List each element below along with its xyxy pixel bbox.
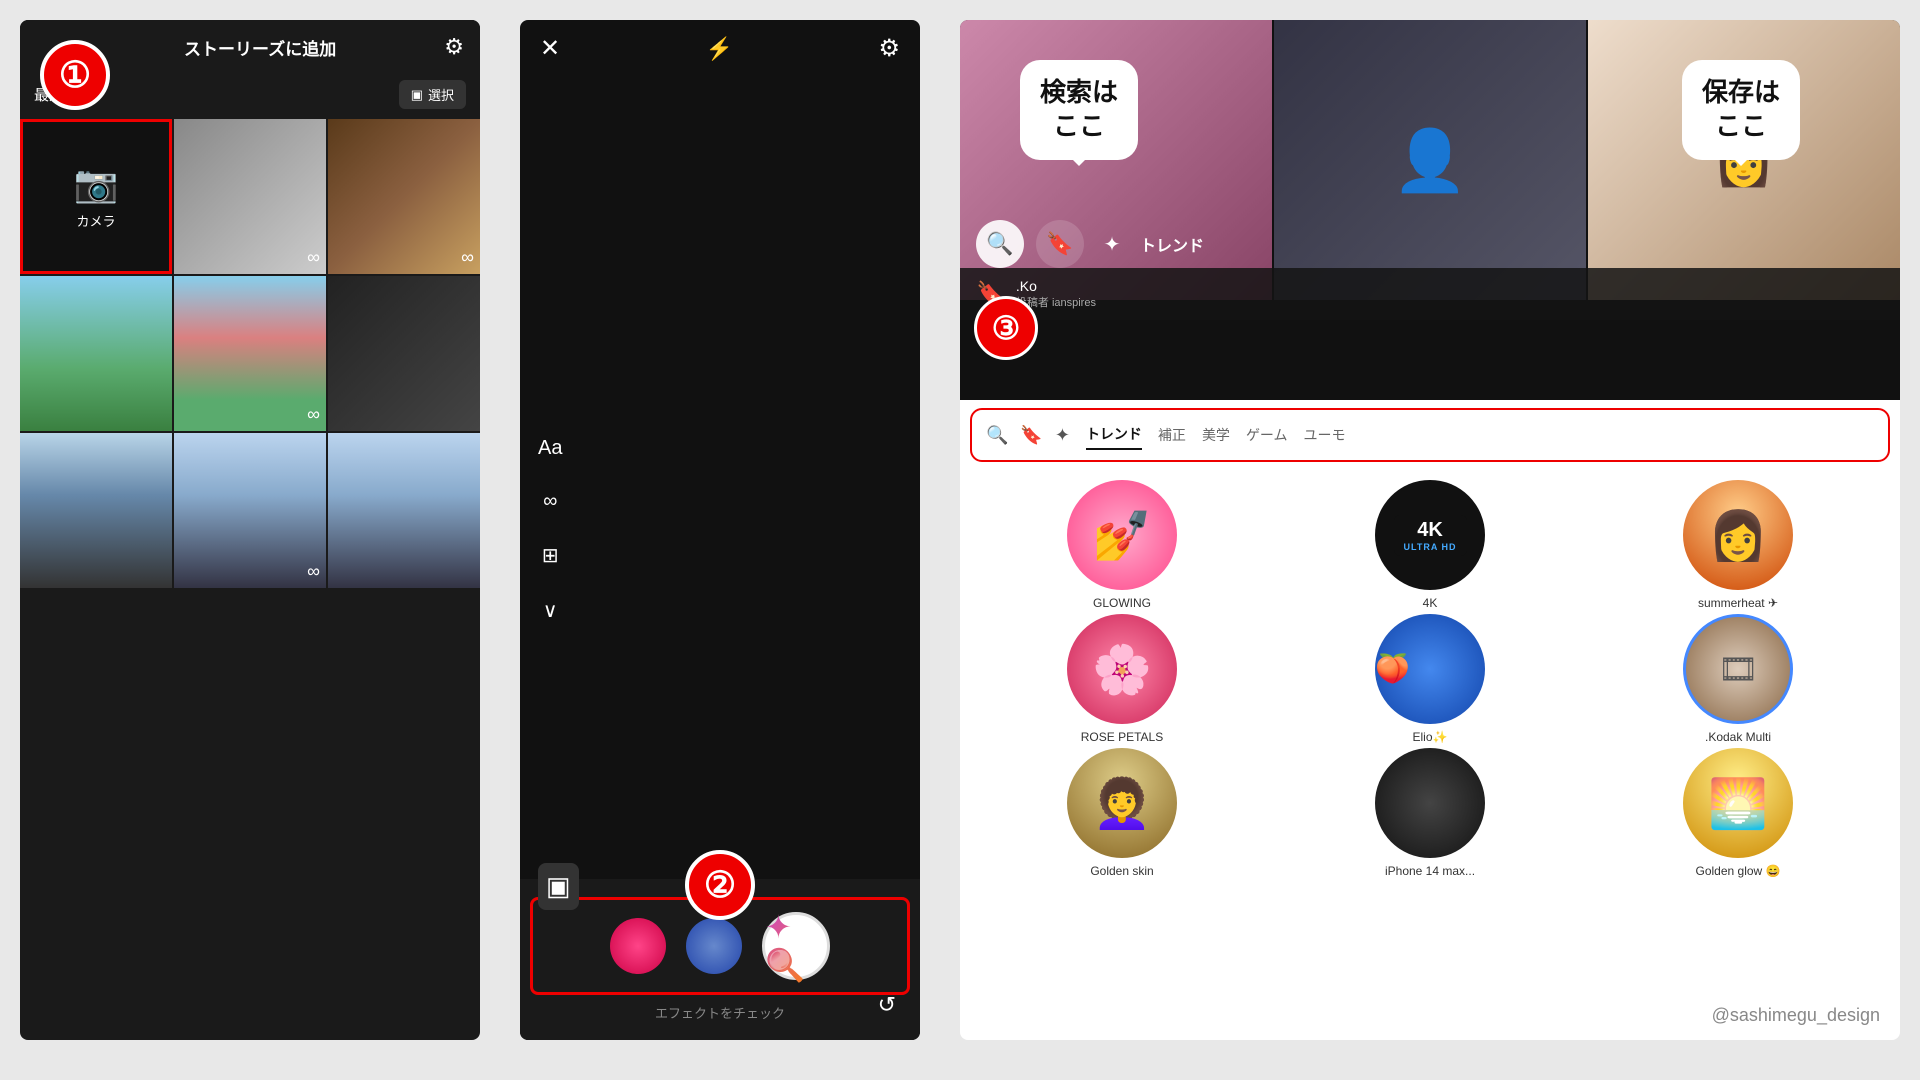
tab-aesthetic[interactable]: 美学 — [1202, 421, 1230, 449]
effect-golden-skin[interactable]: 👩‍🦱 Golden skin — [970, 748, 1274, 878]
sparkle-button[interactable]: ✦ — [1096, 228, 1128, 260]
photo-bottles1[interactable]: ∞ — [174, 433, 326, 588]
photo-keyboard[interactable]: ∞ — [174, 119, 326, 274]
tab-game[interactable]: ゲーム — [1246, 421, 1288, 449]
flash-off-icon[interactable]: ⚡ — [706, 36, 733, 62]
effect-check-label: エフェクトをチェック — [520, 1003, 920, 1022]
rotate-camera-button[interactable]: ↺ — [878, 992, 896, 1018]
panel3-ko-section: 🔖 .Ko 投稿者 ianspires — [960, 268, 1900, 320]
photo-city[interactable] — [20, 433, 172, 588]
tab-trend[interactable]: トレンド — [1086, 420, 1142, 450]
effect-4k[interactable]: 4K ULTRA HD 4K — [1278, 480, 1582, 610]
layout-tool[interactable]: ⊞ — [538, 543, 562, 568]
effect-golden-glow[interactable]: 🌅 Golden glow 😄 — [1586, 748, 1890, 878]
photo-cherry1[interactable] — [20, 276, 172, 431]
panel2: ✕ ⚡ ⚙ Aa ∞ ⊞ ∨ Tap! ✦🔍 ↗ ✦🔍 — [520, 20, 920, 1040]
select-icon: ▣ — [411, 87, 423, 103]
search-circle-button[interactable]: 🔍 — [976, 220, 1024, 268]
effect-thumb-kodak: 🎞 — [1683, 614, 1793, 724]
sparkle-search-icon: ✦🔍 — [765, 908, 827, 984]
effect-elio[interactable]: 🍑 Elio✨ — [1278, 614, 1582, 744]
camera-toggle-button[interactable]: ▣ — [538, 863, 579, 910]
panel3-top-row: 🔍 🔖 ✦ トレンド — [960, 220, 1900, 268]
effect-thumb-goldenglow: 🌅 — [1683, 748, 1793, 858]
effect-kodak[interactable]: 🎞 .Kodak Multi — [1586, 614, 1890, 744]
effect-thumb-glowing: 💅 — [1067, 480, 1177, 590]
effect-iphone[interactable]: iPhone 14 max... — [1278, 748, 1582, 878]
sparkle-icon-sm[interactable]: ✦ — [1055, 425, 1070, 446]
step-badge-1: ① — [40, 40, 110, 110]
camera-cell[interactable]: 📷 カメラ — [20, 119, 172, 274]
gear-icon[interactable]: ⚙ — [444, 34, 464, 60]
photo-desk[interactable]: ∞ — [328, 119, 480, 274]
tab-correct[interactable]: 補正 — [1158, 421, 1186, 449]
tab-humor[interactable]: ユーモ — [1304, 421, 1346, 449]
chevron-tool[interactable]: ∨ — [538, 598, 562, 623]
photo-bottles2[interactable] — [328, 433, 480, 588]
boomerang-tool[interactable]: ∞ — [538, 490, 562, 513]
panel2-topbar: ✕ ⚡ ⚙ — [520, 20, 920, 77]
bubble-save: 保存は ここ — [1682, 60, 1800, 160]
photo-dark[interactable] — [328, 276, 480, 431]
effect-name-summerheat: summerheat ✈ — [1698, 596, 1778, 610]
infinity-badge-3: ∞ — [307, 404, 320, 425]
effect-name-golden-skin: Golden skin — [1090, 864, 1153, 878]
effect-glowing[interactable]: 💅 GLOWING — [970, 480, 1274, 610]
step-badge-3: ③ — [974, 296, 1038, 360]
effect-name-glowing: GLOWING — [1093, 596, 1151, 610]
ko-label: .Ko — [1016, 278, 1096, 294]
panel3-search-row: 🔍 🔖 ✦ トレンド 補正 美学 ゲーム ユーモ — [970, 408, 1890, 462]
search-icon-sm[interactable]: 🔍 — [986, 425, 1008, 446]
close-icon[interactable]: ✕ — [540, 34, 560, 63]
text-tool[interactable]: Aa — [538, 437, 562, 460]
effect-name-elio: Elio✨ — [1413, 730, 1448, 744]
filter-pink[interactable] — [610, 918, 666, 974]
photo-cherry2[interactable]: ∞ — [174, 276, 326, 431]
select-button[interactable]: ▣ 選択 — [399, 80, 466, 109]
panel2-left-tools: Aa ∞ ⊞ ∨ — [538, 437, 562, 623]
effect-thumb-iphone — [1375, 748, 1485, 858]
settings-icon[interactable]: ⚙ — [878, 34, 900, 63]
camera-icon: 📷 — [74, 163, 119, 205]
effect-thumb-summerheat: 👩 — [1683, 480, 1793, 590]
watermark: @sashimegu_design — [1712, 1005, 1880, 1026]
effect-name-4k: 4K — [1423, 596, 1438, 610]
infinity-badge: ∞ — [307, 247, 320, 268]
panel3: 👤 👩 検索は ここ 保存は ここ 🔖 .Ko 投稿者 ians — [960, 20, 1900, 1040]
panel1: ① ストーリーズに追加 ⚙ 最近 ∨ ▣ 選択 📷 カメラ — [20, 20, 480, 1040]
filter-search-button[interactable]: ✦🔍 — [762, 912, 830, 980]
effect-thumb-rosepetals: 🌸 — [1067, 614, 1177, 724]
photo-grid: 📷 カメラ ∞ ∞ ∞ ∞ — [20, 119, 480, 588]
infinity-badge-4: ∞ — [307, 561, 320, 582]
effect-thumb-4k: 4K ULTRA HD — [1375, 480, 1485, 590]
effect-rosepetals[interactable]: 🌸 ROSE PETALS — [970, 614, 1274, 744]
effect-name-golden-glow: Golden glow 😄 — [1696, 864, 1781, 878]
panel3-top: 👤 👩 検索は ここ 保存は ここ 🔖 .Ko 投稿者 ians — [960, 20, 1900, 400]
main-container: ① ストーリーズに追加 ⚙ 最近 ∨ ▣ 選択 📷 カメラ — [0, 0, 1920, 1080]
effect-name-kodak: .Kodak Multi — [1705, 730, 1771, 744]
effects-grid: 💅 GLOWING 4K ULTRA HD 4K 👩 su — [960, 470, 1900, 888]
effect-name-rosepetals: ROSE PETALS — [1081, 730, 1163, 744]
effect-thumb-elio: 🍑 — [1375, 614, 1485, 724]
bubble-search: 検索は ここ — [1020, 60, 1138, 160]
effect-thumb-golden: 👩‍🦱 — [1067, 748, 1177, 858]
trend-tab-label[interactable]: トレンド — [1140, 232, 1204, 256]
bookmark-icon-sm[interactable]: 🔖 — [1020, 425, 1042, 446]
step-badge-2: ② — [685, 850, 755, 920]
effect-summerheat[interactable]: 👩 summerheat ✈ — [1586, 480, 1890, 610]
bookmark-circle-button[interactable]: 🔖 — [1036, 220, 1084, 268]
effect-name-iphone: iPhone 14 max... — [1385, 864, 1475, 878]
panel1-title: ストーリーズに追加 — [184, 35, 336, 60]
infinity-badge-2: ∞ — [461, 247, 474, 268]
camera-label: カメラ — [76, 211, 115, 230]
filter-face[interactable] — [686, 918, 742, 974]
